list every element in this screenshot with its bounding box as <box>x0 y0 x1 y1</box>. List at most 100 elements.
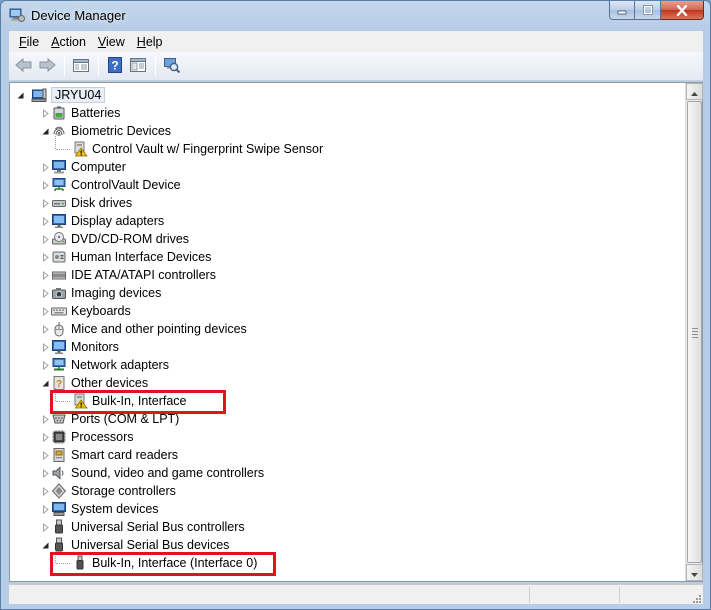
tree-category[interactable]: Human Interface Devices <box>51 248 211 266</box>
computer-icon <box>51 159 67 175</box>
tree-category[interactable]: IDE ATA/ATAPI controllers <box>51 266 216 284</box>
tree-category-label: Ports (COM & LPT) <box>71 412 180 426</box>
tree-category[interactable]: DVD/CD-ROM drives <box>51 230 189 248</box>
close-icon <box>676 4 688 16</box>
fingerprint-icon <box>51 123 67 139</box>
tree-category-label: Storage controllers <box>71 484 176 498</box>
tree-expander[interactable] <box>41 307 50 316</box>
speaker-icon <box>51 465 67 481</box>
scroll-up-button[interactable] <box>686 83 703 100</box>
help-button[interactable]: ? <box>104 55 126 77</box>
tree-expander[interactable] <box>41 523 50 532</box>
tree-category-label: Processors <box>71 430 134 444</box>
battery-icon <box>51 105 67 121</box>
tree-category[interactable]: Keyboards <box>51 302 131 320</box>
scan-hardware-changes-icon <box>163 57 181 76</box>
mouse-icon <box>51 321 67 337</box>
tree-expander[interactable] <box>41 361 50 370</box>
tree-category[interactable]: Storage controllers <box>51 482 176 500</box>
tree-category-label: Human Interface Devices <box>71 250 212 264</box>
status-panel <box>619 587 620 603</box>
tree-root[interactable]: JRYU04 <box>31 86 106 104</box>
tree-category[interactable]: Imaging devices <box>51 284 161 302</box>
tree-expander[interactable] <box>41 163 50 172</box>
tree-category[interactable]: ControlVault Device <box>51 176 181 194</box>
vertical-scrollbar[interactable] <box>685 83 703 581</box>
menu-view[interactable]: View <box>92 35 131 49</box>
status-panel <box>529 587 530 603</box>
root-expander[interactable] <box>16 91 25 100</box>
svg-text:?: ? <box>56 379 62 390</box>
menu-help[interactable]: Help <box>131 35 169 49</box>
tree-expander[interactable] <box>41 181 50 190</box>
scrollbar-thumb[interactable] <box>687 101 702 563</box>
menu-action[interactable]: Action <box>45 35 92 49</box>
device-tree[interactable]: JRYU04 Batteries Biometric Devices Control … <box>10 83 685 581</box>
tree-category[interactable]: Universal Serial Bus controllers <box>51 518 245 536</box>
back-button[interactable] <box>13 55 35 77</box>
tree-expander[interactable] <box>41 289 50 298</box>
help-icon: ? <box>107 56 123 76</box>
scroll-down-button[interactable] <box>686 564 703 581</box>
tree-category[interactable]: Batteries <box>51 104 120 122</box>
tree-category[interactable]: Display adapters <box>51 212 164 230</box>
tree-device[interactable]: Control Vault w/ Fingerprint Swipe Senso… <box>72 140 323 158</box>
tree-category-label: Display adapters <box>71 214 165 228</box>
tree-category[interactable]: Computer <box>51 158 126 176</box>
tree-category[interactable]: Monitors <box>51 338 119 356</box>
tree-category[interactable]: Mice and other pointing devices <box>51 320 247 338</box>
title-bar[interactable]: Device Manager <box>1 1 710 31</box>
properties-button[interactable] <box>127 55 149 77</box>
tree-expander[interactable] <box>41 415 50 424</box>
disk-drive-icon <box>51 195 67 211</box>
tree-expander[interactable] <box>41 253 50 262</box>
tree-expander[interactable] <box>41 343 50 352</box>
tree-category-label: Other devices <box>71 376 149 390</box>
scan-hardware-changes-button[interactable] <box>161 55 183 77</box>
tree-expander[interactable] <box>41 469 50 478</box>
show-hide-console-tree-button[interactable] <box>70 55 92 77</box>
tree-category[interactable]: Sound, video and game controllers <box>51 464 264 482</box>
tree-category-label: Keyboards <box>71 304 131 318</box>
tree-category[interactable]: Disk drives <box>51 194 132 212</box>
tree-expander[interactable] <box>41 199 50 208</box>
tree-category[interactable]: System devices <box>51 500 159 518</box>
status-bar <box>9 584 703 604</box>
device-tree-pane[interactable]: JRYU04 Batteries Biometric Devices Control … <box>9 82 703 582</box>
forward-button[interactable] <box>36 55 58 77</box>
tree-expander[interactable] <box>41 379 50 388</box>
close-button[interactable] <box>661 1 704 20</box>
monitor-icon <box>51 339 67 355</box>
tree-category-label: Universal Serial Bus controllers <box>71 520 245 534</box>
tree-expander[interactable] <box>41 487 50 496</box>
monitor-icon <box>51 213 67 229</box>
storage-controller-icon <box>51 483 67 499</box>
tree-category[interactable]: Processors <box>51 428 134 446</box>
tree-expander[interactable] <box>41 325 50 334</box>
minimize-button[interactable] <box>609 1 635 20</box>
tree-expander[interactable] <box>41 217 50 226</box>
svg-text:?: ? <box>111 58 118 72</box>
tree-expander[interactable] <box>41 235 50 244</box>
tree-expander[interactable] <box>41 127 50 136</box>
menu-file[interactable]: File <box>13 35 45 49</box>
tree-expander[interactable] <box>41 505 50 514</box>
tree-category-label: IDE ATA/ATAPI controllers <box>71 268 216 282</box>
tree-expander[interactable] <box>41 541 50 550</box>
tree-category[interactable]: Smart card readers <box>51 446 178 464</box>
toolbar-separator <box>64 56 65 76</box>
tree-category-label: Monitors <box>71 340 119 354</box>
tree-expander[interactable] <box>41 451 50 460</box>
tree-expander[interactable] <box>41 109 50 118</box>
tree-category[interactable]: Network adapters <box>51 356 169 374</box>
network-adapter-icon <box>51 357 67 373</box>
tree-category[interactable]: Biometric Devices <box>51 122 171 140</box>
tree-expander[interactable] <box>41 271 50 280</box>
warning-device-icon <box>72 141 88 157</box>
maximize-icon <box>642 5 653 15</box>
toolbar-separator <box>155 56 156 76</box>
tree-category[interactable]: Ports (COM & LPT) <box>51 410 179 428</box>
resize-grip-icon[interactable] <box>691 592 701 603</box>
tree-expander[interactable] <box>41 433 50 442</box>
maximize-button[interactable] <box>635 1 661 20</box>
